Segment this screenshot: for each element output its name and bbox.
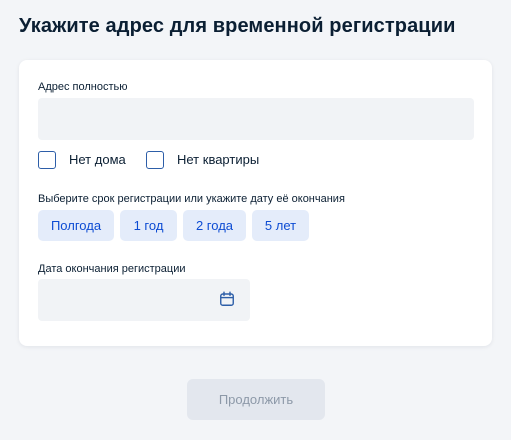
period-chips: Полгода 1 год 2 года 5 лет <box>38 210 315 241</box>
chip-1-year[interactable]: 1 год <box>120 210 177 241</box>
page-title: Укажите адрес для временной регистрации <box>19 15 456 37</box>
no-apartment-label: Нет квартиры <box>177 152 260 167</box>
no-apartment-checkbox-box[interactable] <box>146 151 164 169</box>
address-form-card: Адрес полностью Нет дома Нет квартиры Вы… <box>19 60 492 346</box>
chip-5-years[interactable]: 5 лет <box>252 210 309 241</box>
end-date-input[interactable] <box>38 279 214 321</box>
continue-button[interactable]: Продолжить <box>187 379 325 420</box>
calendar-icon[interactable] <box>219 291 235 307</box>
period-label: Выберите срок регистрации или укажите да… <box>38 193 345 205</box>
no-house-checkbox-box[interactable] <box>38 151 56 169</box>
address-label: Адрес полностью <box>38 81 128 93</box>
end-date-field[interactable] <box>38 279 250 321</box>
chip-2-years[interactable]: 2 года <box>183 210 246 241</box>
end-date-label: Дата окончания регистрации <box>38 263 186 275</box>
no-house-label: Нет дома <box>69 152 126 167</box>
no-house-checkbox[interactable]: Нет дома <box>38 151 126 169</box>
address-input[interactable] <box>38 98 474 140</box>
no-apartment-checkbox[interactable]: Нет квартиры <box>146 151 259 169</box>
chip-half-year[interactable]: Полгода <box>38 210 114 241</box>
